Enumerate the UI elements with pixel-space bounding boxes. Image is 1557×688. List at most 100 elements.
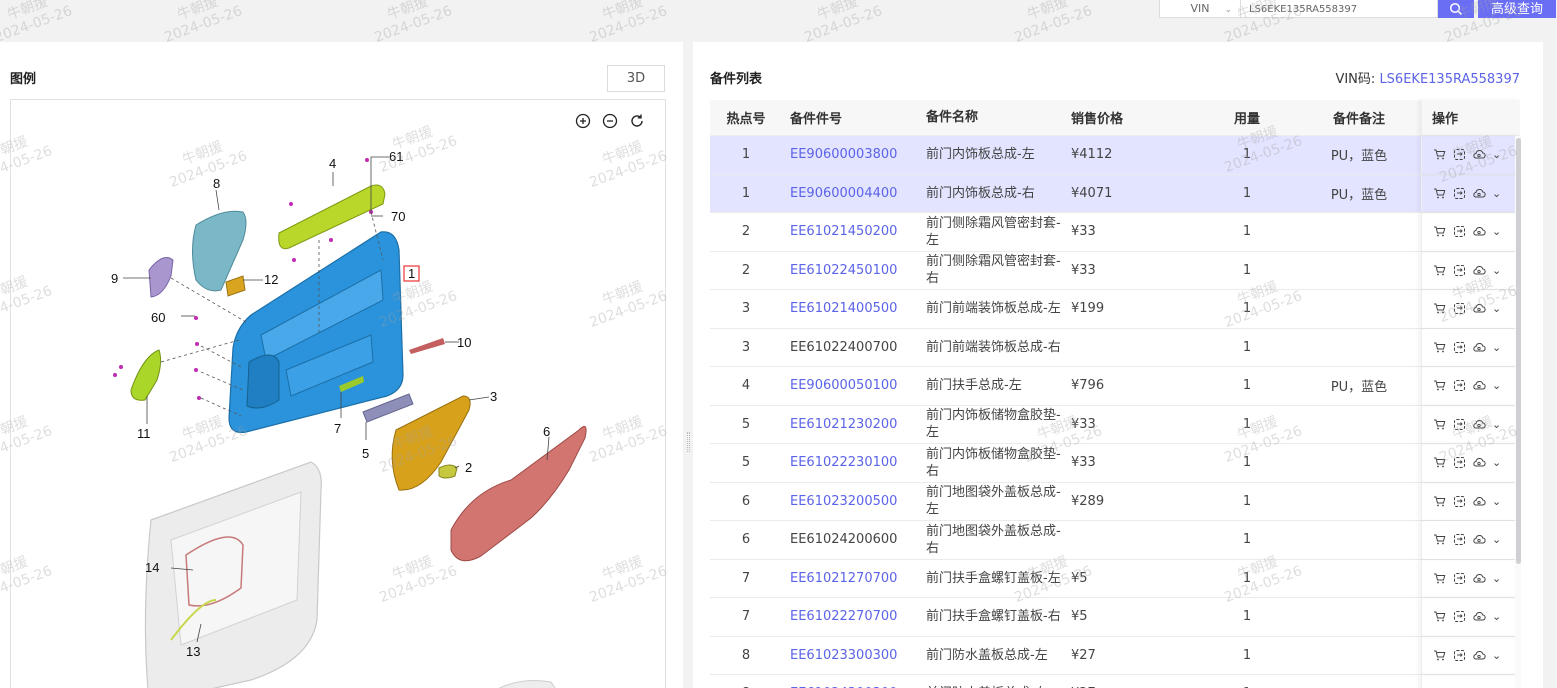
table-scrollbar-thumb[interactable] (1516, 138, 1521, 564)
chevron-down-icon[interactable]: ⌄ (1492, 418, 1501, 431)
callout-label[interactable]: 4 (329, 156, 336, 171)
chevron-down-icon[interactable]: ⌄ (1492, 187, 1501, 200)
callout-label[interactable]: 70 (391, 209, 405, 224)
callout-label[interactable]: 61 (389, 149, 403, 164)
substitute-icon[interactable] (1452, 456, 1466, 470)
chevron-down-icon[interactable]: ⌄ (1492, 379, 1501, 392)
callout-label[interactable]: 12 (264, 272, 278, 287)
part-number-link[interactable]: EE61021270700 (782, 560, 926, 598)
chevron-down-icon[interactable]: ⌄ (1492, 649, 1501, 662)
substitute-icon[interactable] (1452, 225, 1466, 239)
chevron-down-icon[interactable]: ⌄ (1492, 302, 1501, 315)
cart-icon[interactable] (1432, 533, 1446, 547)
cloud-view-icon[interactable] (1472, 186, 1486, 200)
callout-label[interactable]: 7 (334, 421, 341, 436)
cloud-view-icon[interactable] (1472, 225, 1486, 239)
substitute-icon[interactable] (1452, 186, 1466, 200)
vin-search-input[interactable]: LS6EKE135RA558397 (1241, 0, 1438, 18)
cart-icon[interactable] (1432, 225, 1446, 239)
callout-label[interactable]: 11 (137, 426, 151, 441)
chevron-down-icon[interactable]: ⌄ (1492, 264, 1501, 277)
cart-icon[interactable] (1432, 648, 1446, 662)
search-type-select[interactable]: VIN ⌄ (1159, 0, 1241, 18)
callout-label[interactable]: 6 (543, 424, 550, 439)
callout-label[interactable]: 2 (465, 460, 472, 475)
chevron-down-icon[interactable]: ⌄ (1492, 456, 1501, 469)
substitute-icon[interactable] (1452, 533, 1466, 547)
part-number-link[interactable]: EE90600004400 (782, 175, 926, 213)
table-row[interactable]: 8 EE61023300300 前门防水盖板总成-左 ¥27 1 ⌄ (710, 636, 1520, 675)
table-row[interactable]: 5 EE61022230100 前门内饰板储物盒胶垫-右 ¥33 1 ⌄ (710, 444, 1520, 483)
table-row[interactable]: 7 EE61022270700 前门扶手盒螺钉盖板-右 ¥5 1 ⌄ (710, 598, 1520, 637)
substitute-icon[interactable] (1452, 648, 1466, 662)
part-number-link[interactable]: EE61021230200 (782, 406, 926, 444)
cart-icon[interactable] (1432, 417, 1446, 431)
table-row[interactable]: 1 EE90600003800 前门内饰板总成-左 ¥4112 1 PU，蓝色 ⌄ (710, 136, 1520, 175)
substitute-icon[interactable] (1452, 494, 1466, 508)
cloud-view-icon[interactable] (1472, 494, 1486, 508)
cart-icon[interactable] (1432, 148, 1446, 162)
cart-icon[interactable] (1432, 571, 1446, 585)
table-row[interactable]: 8EE61024300300前门防水盖板总成-右¥271 ⌄ (710, 675, 1520, 688)
substitute-icon[interactable] (1452, 302, 1466, 316)
table-row[interactable]: 4 EE90600050100 前门扶手总成-左 ¥796 1 PU，蓝色 ⌄ (710, 367, 1520, 406)
chevron-down-icon[interactable]: ⌄ (1492, 341, 1501, 354)
part-number-link[interactable]: EE61023300300 (782, 637, 926, 675)
cloud-view-icon[interactable] (1472, 379, 1486, 393)
chevron-down-icon[interactable]: ⌄ (1492, 495, 1501, 508)
chevron-down-icon[interactable]: ⌄ (1492, 148, 1501, 161)
chevron-down-icon[interactable]: ⌄ (1492, 610, 1501, 623)
cloud-view-icon[interactable] (1472, 148, 1486, 162)
substitute-icon[interactable] (1452, 610, 1466, 624)
table-row[interactable]: 2 EE61022450100 前门侧除霜风管密封套-右 ¥33 1 ⌄ (710, 251, 1520, 290)
callout-label[interactable]: 60 (151, 310, 165, 325)
table-row[interactable]: 3 EE61022400700 前门前端装饰板总成-右 1 ⌄ (710, 328, 1520, 367)
table-row[interactable]: 6 EE61024200600 前门地图袋外盖板总成-右 1 ⌄ (710, 521, 1520, 560)
cart-icon[interactable] (1432, 456, 1446, 470)
callout-label[interactable]: 3 (490, 389, 497, 404)
part-number-link[interactable]: EE61022450100 (782, 252, 926, 290)
callout-label[interactable]: 10 (457, 335, 471, 350)
splitter-grip[interactable] (687, 432, 690, 452)
callout-label[interactable]: 1 (408, 266, 415, 281)
chevron-down-icon[interactable]: ⌄ (1492, 225, 1501, 238)
part-number-link[interactable]: EE61022230100 (782, 444, 926, 482)
cart-icon[interactable] (1432, 186, 1446, 200)
cloud-view-icon[interactable] (1472, 533, 1486, 547)
table-row[interactable]: 3 EE61021400500 前门前端装饰板总成-左 ¥199 1 ⌄ (710, 290, 1520, 329)
callout-label[interactable]: 9 (111, 271, 118, 286)
cloud-view-icon[interactable] (1472, 571, 1486, 585)
table-row[interactable]: 6 EE61023200500 前门地图袋外盖板总成-左 ¥289 1 ⌄ (710, 482, 1520, 521)
advanced-search-button[interactable]: 高级查询 (1478, 0, 1556, 18)
cart-icon[interactable] (1432, 610, 1446, 624)
part-number-link[interactable]: EE90600003800 (782, 136, 926, 174)
substitute-icon[interactable] (1452, 263, 1466, 277)
substitute-icon[interactable] (1452, 148, 1466, 162)
substitute-icon[interactable] (1452, 379, 1466, 393)
chevron-down-icon[interactable]: ⌄ (1492, 572, 1501, 585)
exploded-diagram[interactable]: 8 4 61 70 1 9 12 60 10 11 7 3 5 2 6 14 1… (10, 99, 666, 688)
cloud-view-icon[interactable] (1472, 417, 1486, 431)
callout-label[interactable]: 13 (186, 644, 200, 659)
callout-label[interactable]: 8 (213, 176, 220, 191)
substitute-icon[interactable] (1452, 417, 1466, 431)
cart-icon[interactable] (1432, 302, 1446, 316)
cart-icon[interactable] (1432, 494, 1446, 508)
part-number-link[interactable]: EE61023200500 (782, 483, 926, 521)
cloud-view-icon[interactable] (1472, 263, 1486, 277)
cloud-view-icon[interactable] (1472, 648, 1486, 662)
part-number-link[interactable]: EE61021400500 (782, 290, 926, 328)
callout-label[interactable]: 14 (145, 560, 159, 575)
cloud-view-icon[interactable] (1472, 610, 1486, 624)
table-row[interactable]: 5 EE61021230200 前门内饰板储物盒胶垫-左 ¥33 1 ⌄ (710, 405, 1520, 444)
cloud-view-icon[interactable] (1472, 340, 1486, 354)
cloud-view-icon[interactable] (1472, 456, 1486, 470)
table-row[interactable]: 7 EE61021270700 前门扶手盒螺钉盖板-左 ¥5 1 ⌄ (710, 559, 1520, 598)
part-number-link[interactable]: EE61022270700 (782, 598, 926, 636)
view-3d-button[interactable]: 3D (607, 65, 665, 92)
table-row[interactable]: 2 EE61021450200 前门侧除霜风管密封套-左 ¥33 1 ⌄ (710, 213, 1520, 252)
part-number-link[interactable]: EE61024300300 (782, 675, 926, 688)
search-button[interactable] (1438, 0, 1474, 18)
part-number-link[interactable]: EE90600050100 (782, 367, 926, 405)
part-number-link[interactable]: EE61021450200 (782, 213, 926, 251)
